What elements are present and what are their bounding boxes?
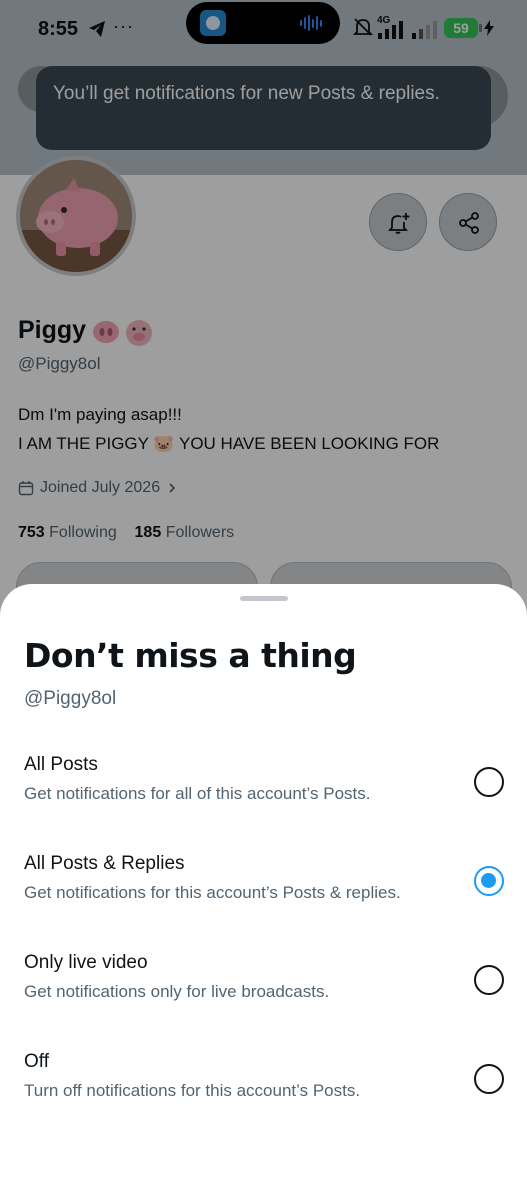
radio-button[interactable] <box>474 767 504 797</box>
sheet-grabber[interactable] <box>240 596 288 601</box>
option-all-posts[interactable]: All Posts Get notifications for all of t… <box>0 744 527 834</box>
option-all-posts-replies[interactable]: All Posts & Replies Get notifications fo… <box>0 843 527 933</box>
sheet-title: Don’t miss a thing <box>24 636 357 675</box>
option-title: All Posts <box>24 754 98 775</box>
option-title: Off <box>24 1051 49 1072</box>
option-title: All Posts & Replies <box>24 853 185 874</box>
radio-button[interactable] <box>474 866 504 896</box>
option-subtitle: Get notifications for this account’s Pos… <box>24 883 401 902</box>
notification-settings-sheet: Don’t miss a thing @Piggy8ol All Posts G… <box>0 584 527 1200</box>
radio-button[interactable] <box>474 1064 504 1094</box>
option-subtitle: Turn off notifications for this account’… <box>24 1081 361 1100</box>
radio-button[interactable] <box>474 965 504 995</box>
option-subtitle: Get notifications only for live broadcas… <box>24 982 330 1001</box>
option-title: Only live video <box>24 952 148 973</box>
sheet-handle: @Piggy8ol <box>24 688 117 709</box>
option-live-video[interactable]: Only live video Get notifications only f… <box>0 942 527 1032</box>
option-subtitle: Get notifications for all of this accoun… <box>24 784 371 803</box>
option-off[interactable]: Off Turn off notifications for this acco… <box>0 1041 527 1131</box>
